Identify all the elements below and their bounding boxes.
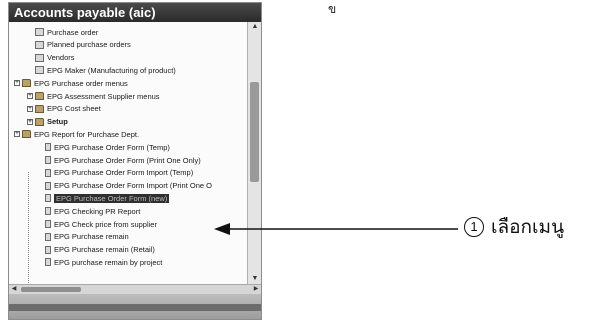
- step-number-badge: 1: [464, 217, 484, 237]
- vertical-scroll-thumb[interactable]: [250, 82, 259, 182]
- menu-document-icon: [45, 181, 51, 190]
- tree-item-label: EPG Purchase Order Form Import (Print On…: [54, 181, 212, 191]
- tree-item-label: Setup: [47, 117, 68, 127]
- tree-menu-item[interactable]: Vendors: [35, 52, 75, 64]
- tree-menu-item[interactable]: EPG Purchase remain (Retail): [45, 244, 155, 256]
- menu-document-icon: [45, 143, 51, 152]
- tree-item-label: EPG Cost sheet: [47, 104, 101, 114]
- top-character: ข: [328, 2, 337, 16]
- tree-item-label: EPG Checking PR Report: [54, 206, 141, 216]
- folder-icon: [35, 92, 44, 100]
- tree-folder-item[interactable]: + EPG Report for Purchase Dept.: [14, 128, 139, 140]
- menu-document-icon: [35, 28, 44, 36]
- tree-item-label: EPG Purchase Order Form (new): [54, 193, 170, 203]
- tree-item-label: Planned purchase orders: [47, 40, 131, 50]
- tree-item-label: EPG Purchase Order Form (Temp): [54, 142, 170, 152]
- menu-document-icon: [35, 53, 44, 62]
- scroll-up-icon[interactable]: ▲: [248, 22, 261, 32]
- instruction-text: เลือกเมนู: [491, 217, 565, 238]
- tree-menu-item[interactable]: Planned purchase orders: [35, 39, 131, 51]
- menu-document-icon: [45, 258, 51, 267]
- menu-document-icon: [45, 156, 51, 164]
- scroll-right-icon[interactable]: ▶: [251, 285, 261, 294]
- tree-menu-item[interactable]: EPG Purchase remain: [45, 231, 129, 243]
- instruction-callout: 1 เลือกเมนู: [464, 214, 564, 240]
- menu-document-icon: [45, 220, 51, 228]
- folder-icon: [35, 104, 44, 113]
- folder-icon: [35, 117, 44, 126]
- tree-item-label: EPG purchase remain by project: [54, 257, 163, 267]
- menu-tree: Purchase order Planned purchase orders Ven…: [9, 22, 247, 284]
- pane-footer: [9, 294, 261, 319]
- vertical-scrollbar[interactable]: ▲ ▼: [247, 22, 261, 284]
- horizontal-scrollbar[interactable]: ◀ ▶: [9, 284, 261, 294]
- tree-folder-item[interactable]: + EPG Assessment Supplier menus: [27, 90, 160, 102]
- menu-document-icon: [35, 66, 44, 75]
- expand-toggle-icon[interactable]: +: [27, 118, 33, 125]
- tree-menu-item[interactable]: EPG purchase remain by project: [45, 256, 162, 268]
- menu-document-icon: [35, 40, 44, 49]
- scroll-down-icon[interactable]: ▼: [248, 274, 261, 284]
- menu-document-icon: [45, 168, 51, 177]
- tree-item-label: EPG Purchase remain (Retail): [54, 245, 155, 255]
- tree-item-label: EPG Assessment Supplier menus: [47, 91, 160, 101]
- folder-icon: [22, 79, 31, 88]
- tree-item-label: EPG Purchase Order Form (Print One Only): [54, 155, 201, 165]
- tree-menu-item[interactable]: EPG Maker (Manufacturing of product): [35, 64, 176, 76]
- tree-menu-item[interactable]: EPG Purchase Order Form (Print One Only): [45, 154, 201, 166]
- menu-document-icon: [45, 232, 51, 241]
- pane-title: Accounts payable (aic): [9, 3, 261, 22]
- tree-item-label: Purchase order: [47, 27, 99, 37]
- tree-folder-item[interactable]: + Setup: [27, 116, 68, 128]
- horizontal-scroll-thumb[interactable]: [21, 287, 81, 292]
- navigation-pane: Accounts payable (aic) Purchase order Pla…: [8, 2, 262, 320]
- expand-toggle-icon[interactable]: +: [27, 93, 33, 99]
- tree-menu-item[interactable]: EPG Checking PR Report: [45, 205, 140, 217]
- tree-menu-item[interactable]: EPG Purchase Order Form (Temp): [45, 141, 170, 153]
- tree-menu-item[interactable]: EPG Purchase Order Form Import (Print On…: [45, 180, 212, 192]
- tree-menu-item[interactable]: EPG Purchase Order Form Import (Temp): [45, 167, 193, 179]
- tree-menu-item[interactable]: EPG Check price from supplier: [45, 218, 157, 230]
- tree-menu-item[interactable]: Purchase order: [35, 26, 98, 38]
- menu-document-icon: [45, 207, 51, 216]
- expand-toggle-icon[interactable]: +: [14, 80, 20, 87]
- tree-connector-line: [28, 172, 30, 284]
- tree-item-label: EPG Purchase order menus: [34, 78, 128, 88]
- tree-item-label: EPG Purchase Order Form Import (Temp): [54, 168, 194, 178]
- tree-item-label: EPG Purchase remain: [54, 232, 129, 242]
- tree-item-label: EPG Maker (Manufacturing of product): [47, 65, 176, 75]
- tree-folder-item[interactable]: + EPG Cost sheet: [27, 103, 101, 115]
- menu-document-icon: [45, 194, 51, 203]
- scroll-left-icon[interactable]: ◀: [9, 285, 19, 294]
- menu-document-icon: [45, 245, 51, 254]
- footer-strip: [9, 304, 261, 311]
- tree-folder-item[interactable]: + EPG Purchase order menus: [14, 77, 128, 89]
- folder-icon: [22, 130, 31, 139]
- expand-toggle-icon[interactable]: +: [27, 105, 33, 112]
- expand-toggle-icon[interactable]: +: [14, 131, 20, 138]
- tree-item-label: EPG Check price from supplier: [54, 219, 157, 229]
- pointer-arrow-icon: [214, 223, 458, 235]
- tree-item-label: EPG Report for Purchase Dept.: [34, 129, 140, 139]
- tree-menu-item[interactable]: EPG Purchase Order Form (new): [45, 192, 170, 204]
- tree-item-label: Vendors: [47, 53, 75, 63]
